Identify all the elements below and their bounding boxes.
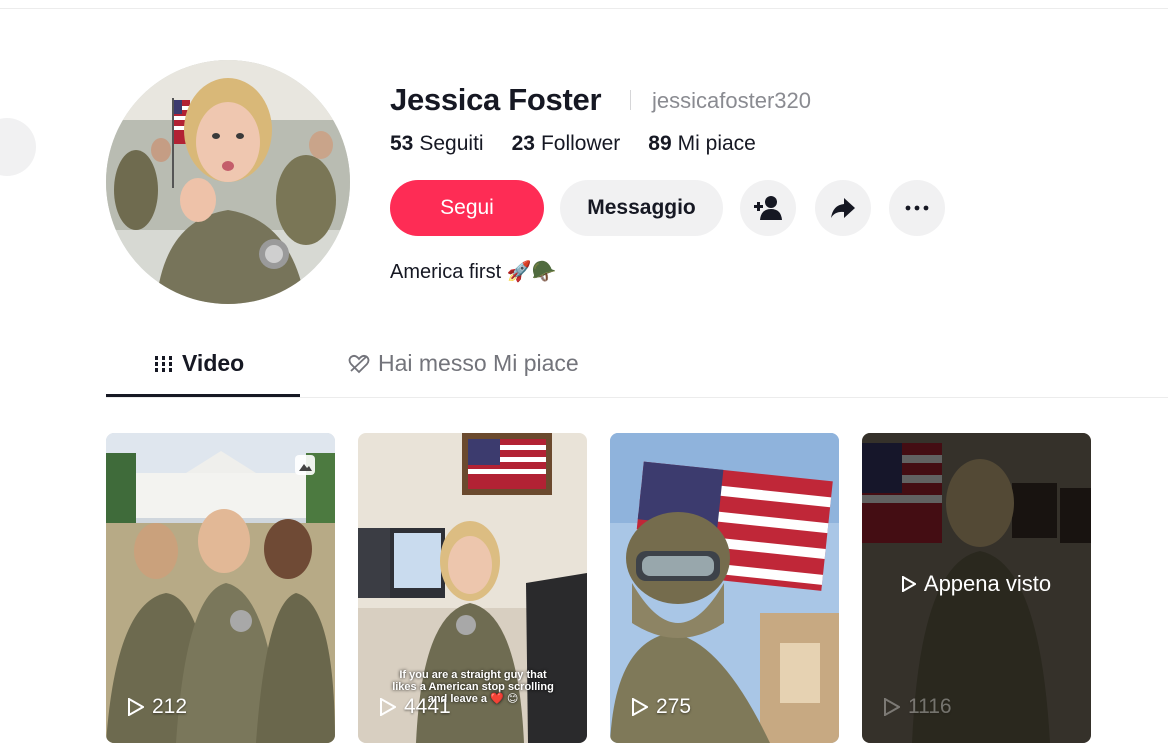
stat-likes-value: 89 (648, 132, 672, 155)
stat-likes: 89 Mi piace (648, 132, 756, 156)
tab-liked[interactable]: Hai messo Mi piace (348, 350, 579, 377)
video-card[interactable]: 275 (610, 433, 839, 743)
tab-liked-label: Hai messo Mi piace (378, 350, 579, 376)
share-arrow-icon (831, 198, 855, 218)
watched-overlay: Appena visto (862, 571, 1091, 597)
view-count-value: 1116 (908, 695, 952, 718)
tab-videos[interactable]: Video (154, 350, 244, 377)
play-icon (901, 576, 916, 592)
view-count-value: 212 (152, 695, 188, 718)
play-icon (380, 698, 396, 716)
side-nav-handle[interactable] (0, 118, 36, 176)
grid-lines-icon (154, 355, 174, 372)
view-count: 275 (632, 695, 691, 719)
stat-following[interactable]: 53 Seguiti (390, 132, 484, 156)
more-options-button[interactable] (889, 180, 945, 236)
play-icon (884, 698, 900, 716)
share-button[interactable] (815, 180, 871, 236)
view-count-value: 275 (656, 695, 692, 718)
video-card[interactable]: If you are a straight guy that likes a A… (358, 433, 587, 743)
video-card[interactable]: Appena visto 1116 (862, 433, 1091, 743)
name-separator (630, 90, 631, 110)
stat-followers-value: 23 (511, 132, 535, 155)
stat-likes-label: Mi piace (677, 132, 756, 155)
stat-followers[interactable]: 23 Follower (512, 132, 621, 156)
add-friend-button[interactable] (740, 180, 796, 236)
view-count: 4441 (380, 695, 451, 719)
tabs-divider (106, 397, 1168, 398)
top-divider (0, 8, 1168, 9)
view-count: 212 (128, 695, 187, 719)
heart-hidden-icon (348, 354, 370, 373)
profile-name: Jessica Foster (390, 82, 602, 117)
play-icon (632, 698, 648, 716)
view-count-value: 4441 (404, 695, 451, 718)
watched-label: Appena visto (923, 571, 1052, 596)
profile-stats: 53 Seguiti 23 Follower 89 Mi piace (390, 132, 756, 156)
more-dots-icon (905, 205, 929, 211)
profile-handle: jessicafoster320 (652, 88, 811, 113)
profile-bio: America first 🚀🪖 (390, 261, 557, 283)
avatar (106, 60, 350, 304)
message-button[interactable]: Messaggio (560, 180, 723, 236)
tab-videos-label: Video (182, 350, 245, 376)
stat-following-label: Seguiti (419, 132, 484, 155)
add-user-icon (754, 196, 782, 220)
video-card[interactable]: 212 (106, 433, 335, 743)
stat-following-value: 53 (390, 132, 414, 155)
play-icon (128, 698, 144, 716)
view-count: 1116 (884, 695, 952, 719)
stat-followers-label: Follower (540, 132, 621, 155)
follow-button[interactable]: Segui (390, 180, 544, 236)
photo-gallery-icon (295, 455, 315, 475)
